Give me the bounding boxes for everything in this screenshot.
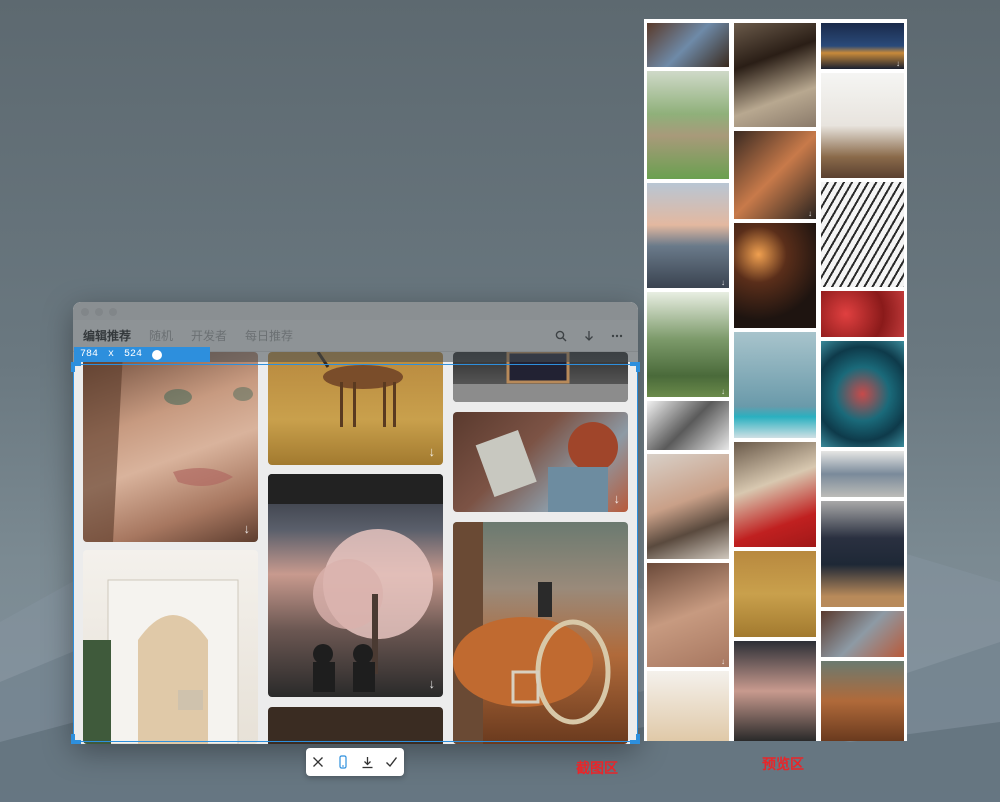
capture-area-label: 截图区 <box>576 760 618 776</box>
tab-random[interactable]: 随机 <box>149 327 173 344</box>
window-close-dot[interactable] <box>81 308 89 316</box>
tab-daily[interactable]: 每日推荐 <box>245 327 293 344</box>
preview-photo-living-room <box>821 451 904 497</box>
preview-photo-red-dress <box>734 442 816 547</box>
preview-photo-laptop-night: ↓ <box>734 131 816 219</box>
window-minimize-dot[interactable] <box>95 308 103 316</box>
window-titlebar <box>73 302 638 320</box>
photo-portrait-woman[interactable]: ↓ <box>83 352 258 542</box>
search-icon[interactable] <box>550 325 572 347</box>
preview-photo-pier: ↓ <box>647 183 729 288</box>
save-button[interactable] <box>357 752 377 772</box>
preview-photo-gazelle <box>734 551 816 637</box>
preview-photo-fan-sculpture <box>821 182 904 287</box>
preview-photo-art-supplies <box>647 23 729 67</box>
resize-knob[interactable] <box>152 349 163 360</box>
capture-size-separator: x <box>108 349 115 360</box>
preview-area-label: 预览区 <box>762 756 804 772</box>
preview-photo-boy <box>734 23 816 127</box>
phone-icon <box>339 755 347 769</box>
photo-white-arch[interactable] <box>83 550 258 744</box>
download-icon: ↓ <box>721 657 725 666</box>
photo-cafe-sign[interactable] <box>453 352 628 402</box>
preview-photo-red-glasses <box>821 291 904 337</box>
capture-action-bar <box>306 748 404 776</box>
preview-photo-coffee <box>821 73 904 178</box>
photo-laptop-person[interactable]: ↓ <box>453 412 628 512</box>
app-window: 编辑推荐 随机 开发者 每日推荐 ↓ ↓ ↓ ↓ <box>73 302 638 744</box>
download-icon: ↓ <box>721 387 725 396</box>
download-icon <box>362 756 373 768</box>
photo-gazelle[interactable]: ↓ <box>268 352 443 465</box>
download-icon[interactable]: ↓ <box>614 491 621 506</box>
confirm-button[interactable] <box>382 752 402 772</box>
download-icon: ↓ <box>721 278 725 287</box>
download-icon[interactable] <box>578 325 600 347</box>
close-icon <box>313 757 324 767</box>
cancel-button[interactable] <box>308 752 328 772</box>
preview-panel: ↓ ↓ ↓ ↓ ↓ <box>644 19 907 741</box>
mobile-button[interactable] <box>333 752 353 772</box>
preview-photo-saddle <box>821 661 904 741</box>
preview-photo-orchard: ↓ <box>647 292 729 397</box>
capture-width: 784 <box>80 349 99 360</box>
download-icon[interactable]: ↓ <box>429 444 436 459</box>
preview-photo-branches <box>647 401 729 450</box>
preview-photo-arch <box>647 671 729 741</box>
download-icon: ↓ <box>896 59 900 68</box>
preview-photo-laptop <box>821 611 904 657</box>
preview-photo-dancer-lamps <box>734 223 816 328</box>
preview-photo-chalkboard <box>821 501 904 607</box>
photo-blossom-tree[interactable]: ↓ <box>268 474 443 697</box>
check-icon <box>386 757 398 768</box>
tab-developer[interactable]: 开发者 <box>191 327 227 344</box>
window-zoom-dot[interactable] <box>109 308 117 316</box>
preview-photo-blossom <box>734 641 816 741</box>
preview-photo-portrait: ↓ <box>647 563 729 667</box>
download-icon[interactable]: ↓ <box>244 521 251 536</box>
preview-photo-duck <box>647 71 729 179</box>
download-icon[interactable]: ↓ <box>429 676 436 691</box>
photo-partial[interactable] <box>268 707 443 744</box>
capture-height: 524 <box>124 349 143 360</box>
preview-photo-pattern <box>821 341 904 447</box>
download-icon: ↓ <box>808 209 812 218</box>
preview-photo-woman-bodysuit <box>647 454 729 559</box>
preview-photo-city-night: ↓ <box>821 23 904 69</box>
more-icon[interactable] <box>606 325 628 347</box>
photo-saddle[interactable] <box>453 522 628 744</box>
preview-photo-water-sky <box>734 332 816 438</box>
capture-size-badge: 784 x 524 <box>74 347 210 362</box>
tab-editor-picks[interactable]: 编辑推荐 <box>83 327 131 344</box>
photo-gallery: ↓ ↓ ↓ ↓ <box>73 352 638 744</box>
